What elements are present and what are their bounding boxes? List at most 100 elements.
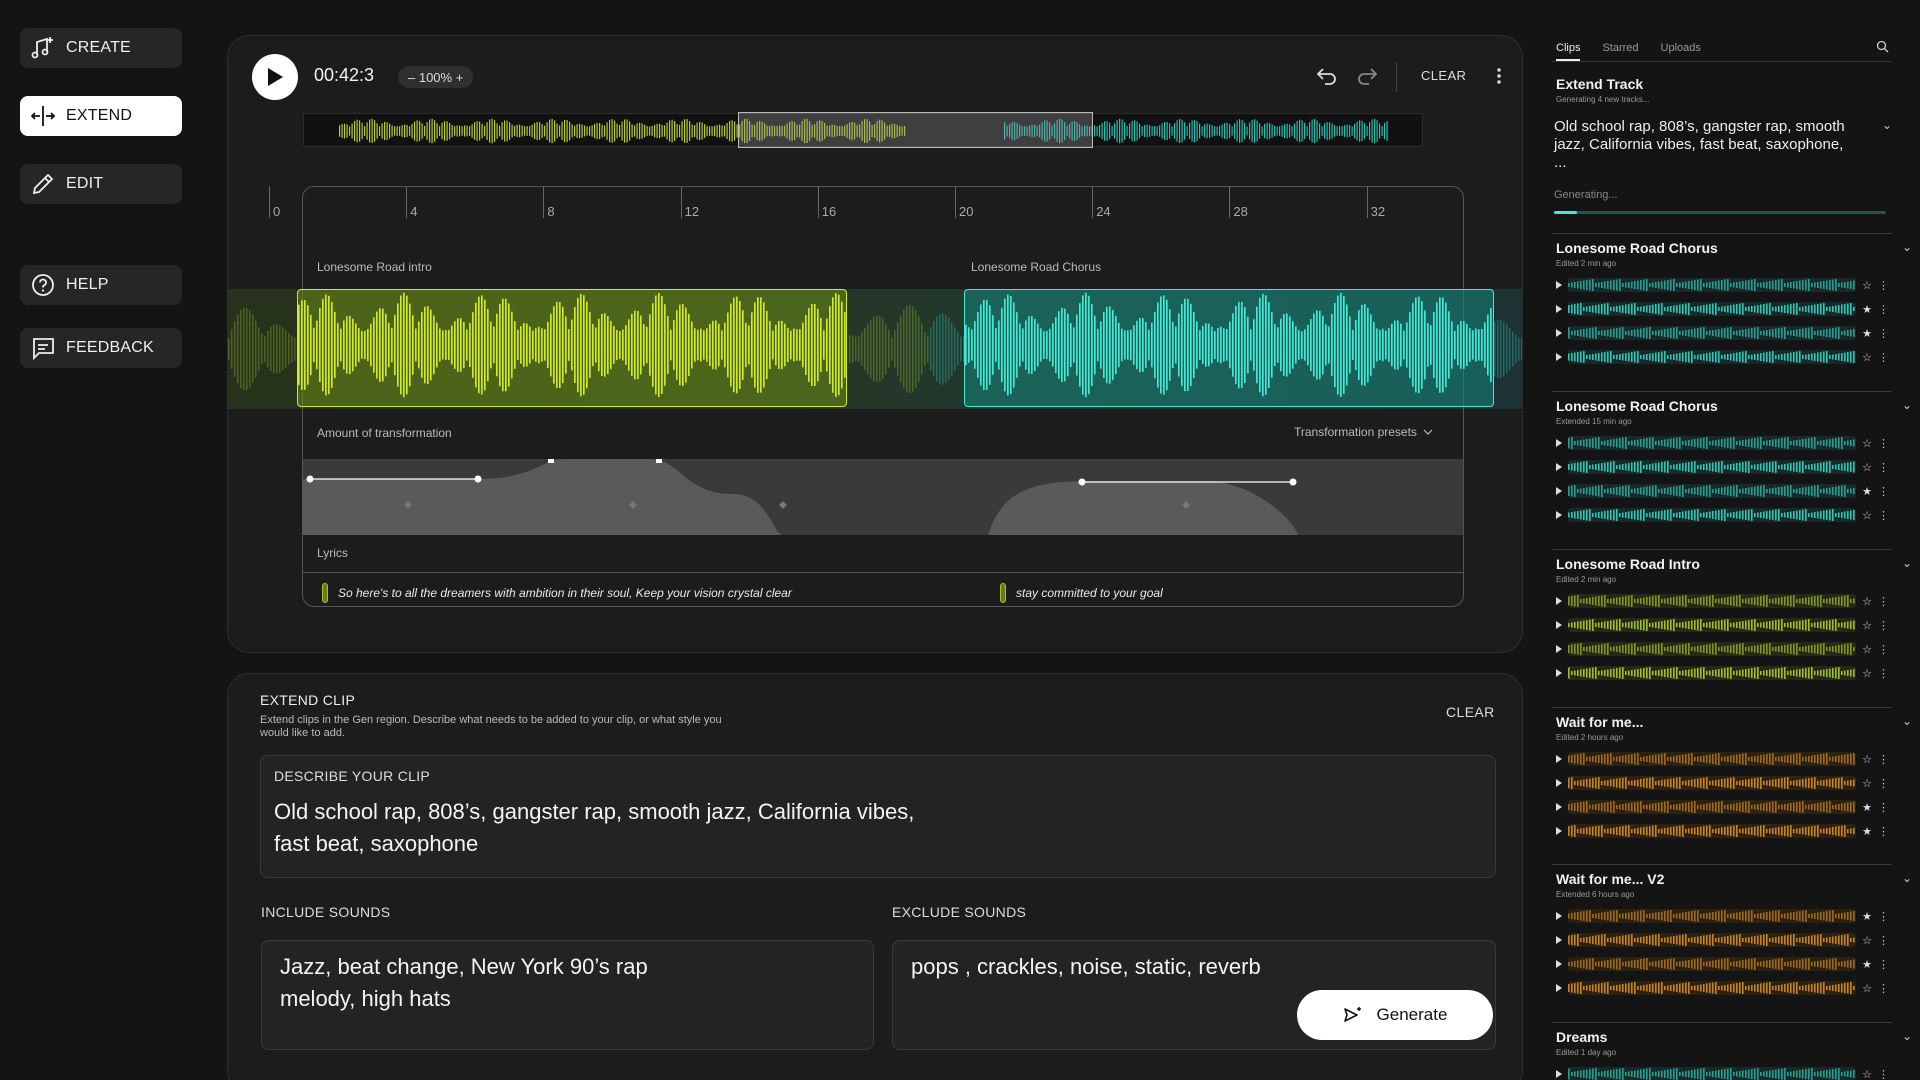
- tab-uploads[interactable]: Uploads: [1661, 42, 1701, 61]
- chevron-down-icon[interactable]: ⌄: [1902, 556, 1912, 570]
- play-icon[interactable]: [1556, 353, 1562, 361]
- more-vertical-icon[interactable]: ⋮: [1878, 982, 1889, 995]
- more-vertical-icon[interactable]: ⋮: [1878, 485, 1889, 498]
- more-vertical-icon[interactable]: ⋮: [1878, 910, 1889, 923]
- star-icon[interactable]: ☆: [1862, 437, 1872, 450]
- generate-button[interactable]: Generate: [1297, 990, 1493, 1040]
- clip-row[interactable]: ☆ ⋮: [1556, 666, 1889, 680]
- play-icon[interactable]: [1556, 755, 1562, 763]
- star-icon[interactable]: ☆: [1862, 643, 1872, 656]
- more-vertical-icon[interactable]: ⋮: [1878, 351, 1889, 364]
- clip-row[interactable]: ★ ⋮: [1556, 484, 1889, 498]
- clip-row[interactable]: ★ ⋮: [1556, 326, 1889, 340]
- create-button[interactable]: CREATE: [20, 28, 182, 68]
- clip-row[interactable]: ☆ ⋮: [1556, 776, 1889, 790]
- clip-waveform[interactable]: [1568, 909, 1856, 923]
- star-icon[interactable]: ★: [1862, 910, 1872, 923]
- chevron-down-icon[interactable]: ⌄: [1902, 871, 1912, 885]
- clip-row[interactable]: ☆ ⋮: [1556, 933, 1889, 947]
- star-icon[interactable]: ★: [1862, 801, 1872, 814]
- play-icon[interactable]: [1556, 597, 1562, 605]
- clip-waveform[interactable]: [1568, 278, 1856, 292]
- clip-row[interactable]: ☆ ⋮: [1556, 618, 1889, 632]
- clip-row[interactable]: ☆ ⋮: [1556, 1067, 1889, 1080]
- clip-waveform[interactable]: [1568, 350, 1856, 364]
- clip-row[interactable]: ★ ⋮: [1556, 302, 1889, 316]
- clip-row[interactable]: ★ ⋮: [1556, 824, 1889, 838]
- clip-waveform[interactable]: [1568, 436, 1856, 450]
- tab-starred[interactable]: Starred: [1602, 42, 1638, 61]
- play-icon[interactable]: [1556, 305, 1562, 313]
- clip-waveform[interactable]: [1568, 460, 1856, 474]
- play-icon[interactable]: [1556, 511, 1562, 519]
- clip-waveform[interactable]: [1568, 824, 1856, 838]
- star-icon[interactable]: ★: [1862, 485, 1872, 498]
- clip-row[interactable]: ☆ ⋮: [1556, 508, 1889, 522]
- tab-clips[interactable]: Clips: [1556, 42, 1581, 61]
- more-vertical-icon[interactable]: ⋮: [1878, 437, 1889, 450]
- more-vertical-icon[interactable]: ⋮: [1878, 279, 1889, 292]
- star-icon[interactable]: ★: [1862, 825, 1872, 838]
- star-icon[interactable]: ☆: [1862, 351, 1872, 364]
- more-vertical-icon[interactable]: ⋮: [1878, 958, 1889, 971]
- play-icon[interactable]: [1556, 463, 1562, 471]
- clip-waveform[interactable]: [1568, 642, 1856, 656]
- clip-waveform[interactable]: [1568, 800, 1856, 814]
- clear-timeline-button[interactable]: CLEAR: [1421, 68, 1466, 83]
- star-icon[interactable]: ☆: [1862, 619, 1872, 632]
- star-icon[interactable]: ☆: [1862, 934, 1872, 947]
- overview-selection[interactable]: [738, 112, 1093, 148]
- clip-row[interactable]: ☆ ⋮: [1556, 752, 1889, 766]
- star-icon[interactable]: ★: [1862, 327, 1872, 340]
- feedback-button[interactable]: FEEDBACK: [20, 328, 182, 368]
- lyric-handle[interactable]: [322, 583, 328, 603]
- play-icon[interactable]: [1556, 439, 1562, 447]
- redo-button[interactable]: [1353, 62, 1381, 90]
- star-icon[interactable]: ☆: [1862, 595, 1872, 608]
- clip-waveform[interactable]: [1568, 594, 1856, 608]
- lyric-handle[interactable]: [1000, 583, 1006, 603]
- clip-row[interactable]: ☆ ⋮: [1556, 436, 1889, 450]
- more-vertical-icon[interactable]: ⋮: [1878, 619, 1889, 632]
- clip-row[interactable]: ☆ ⋮: [1556, 278, 1889, 292]
- star-icon[interactable]: ☆: [1862, 777, 1872, 790]
- clip-row[interactable]: ☆ ⋮: [1556, 460, 1889, 474]
- chevron-down-icon[interactable]: ⌄: [1902, 398, 1912, 412]
- star-icon[interactable]: ★: [1862, 958, 1872, 971]
- star-icon[interactable]: ☆: [1862, 753, 1872, 766]
- clip-waveform[interactable]: [1568, 508, 1856, 522]
- clip-waveform[interactable]: [1568, 957, 1856, 971]
- clip-row[interactable]: ☆ ⋮: [1556, 594, 1889, 608]
- play-icon[interactable]: [1556, 621, 1562, 629]
- play-icon[interactable]: [1556, 827, 1562, 835]
- chevron-down-icon[interactable]: ⌄: [1902, 714, 1912, 728]
- include-sounds-field[interactable]: Jazz, beat change, New York 90’s rap mel…: [261, 940, 874, 1050]
- chevron-down-icon[interactable]: ⌄: [1902, 240, 1912, 254]
- undo-button[interactable]: [1313, 62, 1341, 90]
- clip-waveform[interactable]: [1568, 933, 1856, 947]
- clip-row[interactable]: ☆ ⋮: [1556, 350, 1889, 364]
- zoom-control[interactable]: – 100% +: [398, 66, 474, 88]
- clip-row[interactable]: ★ ⋮: [1556, 800, 1889, 814]
- help-button[interactable]: HELP: [20, 265, 182, 305]
- star-icon[interactable]: ☆: [1862, 279, 1872, 292]
- clip-intro[interactable]: [297, 289, 847, 407]
- sidebar-search-button[interactable]: [1876, 40, 1889, 58]
- more-vertical-icon[interactable]: ⋮: [1878, 801, 1889, 814]
- clip-row[interactable]: ☆ ⋮: [1556, 981, 1889, 995]
- more-vertical-icon[interactable]: ⋮: [1878, 753, 1889, 766]
- clip-waveform[interactable]: [1568, 302, 1856, 316]
- extend-button[interactable]: EXTEND: [20, 96, 182, 136]
- star-icon[interactable]: ☆: [1862, 667, 1872, 680]
- lyric-segment-a[interactable]: So here's to all the dreamers with ambit…: [322, 583, 792, 603]
- more-vertical-icon[interactable]: ⋮: [1878, 327, 1889, 340]
- play-icon[interactable]: [1556, 936, 1562, 944]
- play-button[interactable]: [252, 54, 298, 100]
- play-icon[interactable]: [1556, 779, 1562, 787]
- play-icon[interactable]: [1556, 803, 1562, 811]
- more-vertical-icon[interactable]: ⋮: [1878, 667, 1889, 680]
- play-icon[interactable]: [1556, 487, 1562, 495]
- play-icon[interactable]: [1556, 645, 1562, 653]
- play-icon[interactable]: [1556, 1070, 1562, 1078]
- more-vertical-icon[interactable]: ⋮: [1878, 509, 1889, 522]
